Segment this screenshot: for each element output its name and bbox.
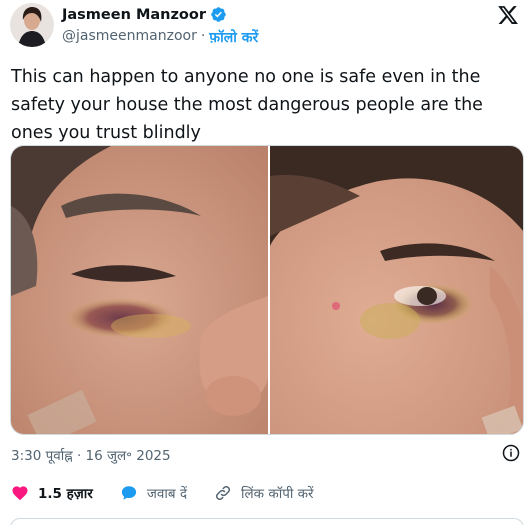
reply-button[interactable]: जवाब दें xyxy=(120,484,187,502)
heart-icon xyxy=(12,486,28,501)
read-replies-button[interactable] xyxy=(10,518,524,525)
tweet-timestamp[interactable]: 3:30 पूर्वाह्न · 16 जुल॰ 2025 xyxy=(11,446,171,464)
media-photo-left[interactable] xyxy=(11,146,268,434)
author-name[interactable]: Jasmeen Manzoor xyxy=(62,7,206,23)
author-handle[interactable]: @jasmeenmanzoor xyxy=(62,28,197,47)
reply-bubble-icon xyxy=(121,486,136,500)
reply-label: जवाब दें xyxy=(146,486,188,502)
copy-link-button[interactable]: लिंक कॉपी करें xyxy=(214,484,314,502)
tweet-media[interactable] xyxy=(10,145,524,435)
avatar[interactable] xyxy=(10,3,54,47)
separator-dot: · xyxy=(200,28,206,44)
tweet-actions: 1.5 हज़ार जवाब दें लिंक कॉपी करें xyxy=(11,484,341,502)
tweet-text: This can happen to anyone no one is safe… xyxy=(11,67,483,143)
copy-link-label: लिंक कॉपी करें xyxy=(241,486,314,502)
media-photo-right[interactable] xyxy=(268,146,523,434)
like-count: 1.5 हज़ार xyxy=(38,486,93,502)
tweet-header: Jasmeen Manzoor @jasmeenmanzoor · फ़ॉलो … xyxy=(0,0,527,60)
like-button[interactable]: 1.5 हज़ार xyxy=(11,484,93,502)
info-icon[interactable] xyxy=(502,444,520,462)
x-logo-icon[interactable] xyxy=(497,4,519,26)
verified-badge-icon xyxy=(211,7,226,22)
follow-button[interactable]: फ़ॉलो करें xyxy=(209,28,258,47)
link-icon xyxy=(216,485,231,501)
